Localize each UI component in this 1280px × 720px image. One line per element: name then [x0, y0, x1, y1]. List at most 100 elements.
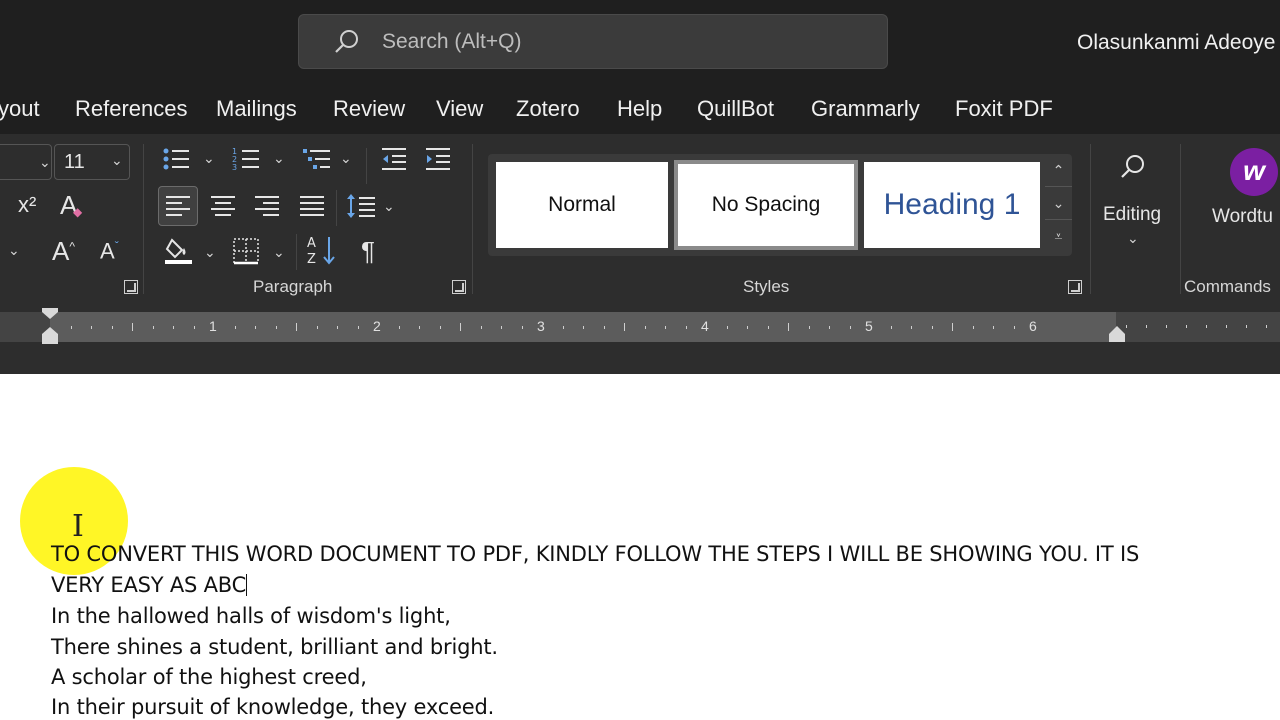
tab-view[interactable]: View	[436, 96, 483, 122]
tab-foxit-pdf[interactable]: Foxit PDF	[955, 96, 1053, 122]
styles-group-label: Styles	[743, 277, 790, 296]
tab-zotero[interactable]: Zotero	[516, 96, 580, 122]
editing-label: Editing	[1103, 204, 1162, 225]
ruler-tick	[1166, 325, 1167, 328]
shrink-font-icon[interactable]: Aˇ	[100, 240, 119, 262]
horizontal-ruler[interactable]: 1 2 3 4 5 6	[0, 308, 1280, 344]
ruler-tick	[562, 325, 564, 329]
ruler-tick	[296, 323, 297, 331]
tab-references[interactable]: References	[75, 96, 188, 122]
ruler-tick	[439, 325, 441, 329]
ruler-tick	[644, 325, 646, 329]
ruler-tick	[952, 323, 953, 331]
editing-button[interactable]: Editing ⌄	[1096, 148, 1172, 268]
document-line[interactable]: A scholar of the highest creed,	[51, 665, 367, 689]
chevron-down-icon: ⌄	[111, 152, 123, 168]
document-line[interactable]: In their pursuit of knowledge, they exce…	[51, 695, 494, 719]
style-normal-label: Normal	[548, 193, 616, 216]
superscript-icon[interactable]: x²	[18, 194, 36, 216]
tab-layout[interactable]: yout	[0, 96, 40, 122]
ruler-tick	[398, 325, 400, 329]
divider	[366, 148, 367, 184]
chevron-down-icon[interactable]: ⌄	[203, 150, 215, 167]
chevron-down-icon[interactable]: ⌄	[273, 244, 285, 261]
insertion-caret	[246, 574, 248, 596]
font-name-dropdown[interactable]: ⌄	[0, 144, 52, 180]
increase-indent-icon[interactable]	[424, 146, 452, 177]
ruler-tick	[993, 325, 994, 329]
decrease-indent-icon[interactable]	[380, 146, 408, 177]
divider	[296, 234, 297, 270]
wordtune-logo-icon: w	[1230, 148, 1278, 196]
wordtune-button[interactable]: w Wordtu	[1190, 144, 1280, 264]
ruler-number: 2	[373, 318, 381, 334]
document-line[interactable]: TO CONVERT THIS WORD DOCUMENT TO PDF, KI…	[51, 542, 1139, 566]
tab-quillbot[interactable]: QuillBot	[697, 96, 774, 122]
ruler-number: 1	[209, 318, 217, 334]
ruler-tick	[829, 325, 830, 329]
ruler-tick	[255, 325, 256, 329]
ruler-tick	[747, 325, 748, 329]
gallery-scroll-down-icon[interactable]: ⌄	[1045, 187, 1072, 220]
ruler-tick	[152, 325, 154, 329]
styles-gallery: Normal No Spacing Heading 1 ⌃ ⌄ ⩡	[488, 154, 1072, 256]
ruler-tick	[931, 325, 933, 329]
align-right-icon[interactable]	[254, 194, 280, 223]
style-heading-1[interactable]: Heading 1	[864, 162, 1040, 248]
chevron-down-icon[interactable]: ⌄	[340, 150, 352, 167]
gallery-more-icon[interactable]: ⩡	[1045, 220, 1072, 253]
borders-icon[interactable]	[232, 236, 262, 271]
account-name[interactable]: Olasunkanmi Adeoye	[1077, 31, 1275, 55]
numbering-icon[interactable]: 123	[232, 146, 260, 177]
line-spacing-icon[interactable]	[346, 192, 376, 225]
multilevel-list-icon[interactable]	[303, 146, 331, 177]
wordtune-label: Wordtu	[1212, 206, 1273, 227]
document-line[interactable]: VERY EASY AS ABC	[51, 573, 248, 597]
search-box[interactable]: Search (Alt+Q)	[298, 14, 888, 69]
chevron-down-icon[interactable]: ⌄	[204, 244, 216, 261]
style-no-spacing[interactable]: No Spacing	[674, 160, 858, 250]
document-line[interactable]: In the hallowed halls of wisdom's light,	[51, 604, 451, 628]
document-line[interactable]: There shines a student, brilliant and br…	[51, 635, 498, 659]
chevron-down-icon: ⌄	[39, 154, 51, 170]
style-heading-1-label: Heading 1	[883, 188, 1021, 221]
document-page[interactable]: I TO CONVERT THIS WORD DOCUMENT TO PDF, …	[0, 374, 1280, 720]
ruler-tick	[234, 325, 236, 329]
ruler-tick	[665, 325, 666, 329]
ruler-area: 1 2 3 4 5 6	[0, 304, 1280, 374]
justify-icon[interactable]	[299, 194, 325, 223]
ruler-tick	[193, 325, 195, 329]
group-divider	[1180, 144, 1181, 294]
tab-mailings[interactable]: Mailings	[216, 96, 297, 122]
style-no-spacing-label: No Spacing	[711, 193, 821, 216]
show-formatting-marks-icon[interactable]: ¶	[361, 238, 375, 264]
font-size-dropdown[interactable]: 11 ⌄	[54, 144, 130, 180]
ruler-tick	[419, 325, 420, 329]
gallery-scroll-up-icon[interactable]: ⌃	[1045, 154, 1072, 187]
align-center-icon[interactable]	[210, 194, 236, 223]
indent-marker-icon[interactable]	[40, 308, 60, 344]
ruler-number: 5	[865, 318, 873, 334]
font-dialog-launcher[interactable]	[124, 280, 138, 294]
style-normal[interactable]: Normal	[496, 162, 668, 248]
chevron-down-icon[interactable]: ⌄	[8, 242, 20, 259]
tab-help[interactable]: Help	[617, 96, 662, 122]
ruler-tick	[1146, 325, 1147, 328]
right-indent-marker-icon[interactable]	[1108, 324, 1126, 342]
tab-review[interactable]: Review	[333, 96, 405, 122]
ruler-tick	[1126, 325, 1127, 328]
commands-group-label: Commands	[1184, 277, 1271, 296]
tab-grammarly[interactable]: Grammarly	[811, 96, 920, 122]
chevron-down-icon[interactable]: ⌄	[273, 150, 285, 167]
chevron-down-icon[interactable]: ⌄	[383, 198, 395, 215]
shading-icon[interactable]	[164, 236, 194, 271]
sort-icon[interactable]: AZ	[306, 234, 336, 271]
gallery-scroll: ⌃ ⌄ ⩡	[1045, 154, 1072, 256]
ruler-tick	[173, 325, 174, 329]
ruler-number: 4	[701, 318, 709, 334]
paragraph-dialog-launcher[interactable]	[452, 280, 466, 294]
bullets-icon[interactable]	[162, 146, 190, 177]
grow-font-icon[interactable]: A^	[52, 238, 75, 264]
styles-dialog-launcher[interactable]	[1068, 280, 1082, 294]
svg-text:Z: Z	[307, 252, 316, 266]
